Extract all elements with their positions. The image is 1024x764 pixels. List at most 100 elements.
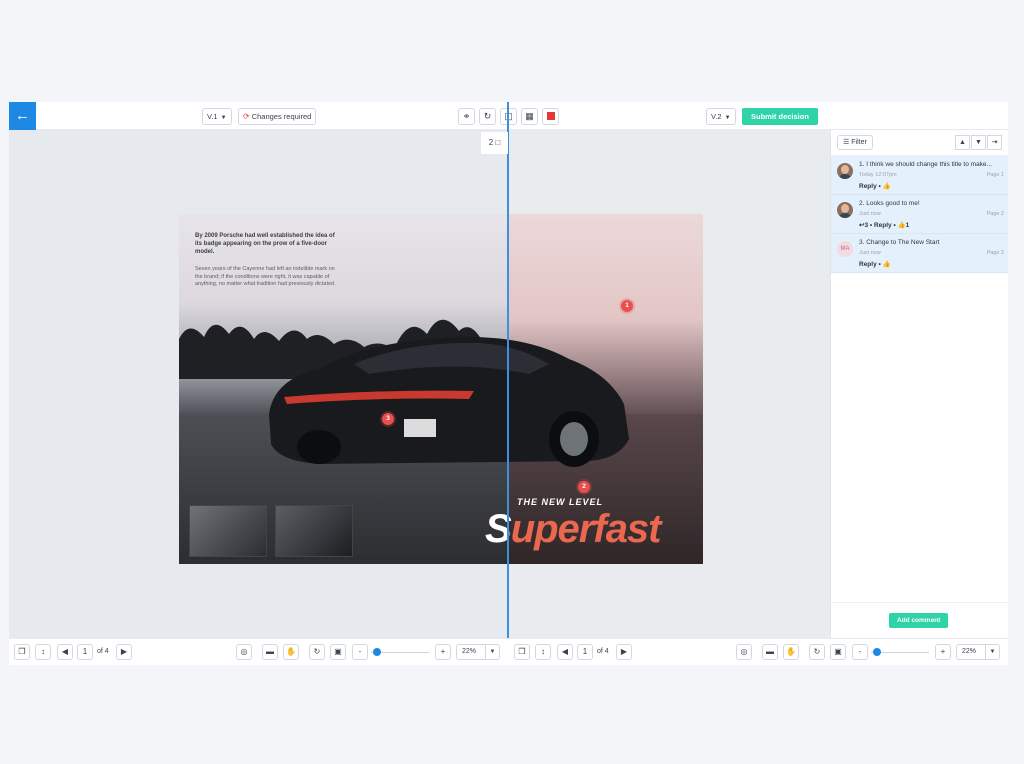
version-right-select[interactable]: V.2 ▼ xyxy=(706,108,736,125)
rotate-icon[interactable]: ↻ xyxy=(479,108,496,125)
comment-item[interactable]: MA 3. Change to The New Start Just now P… xyxy=(831,234,1008,273)
speech-bubble-icon: □ xyxy=(495,138,501,147)
comment-text: 1. I think we should change this title t… xyxy=(859,161,992,168)
ruler-icon[interactable]: ▬ xyxy=(762,644,778,660)
chevron-down-icon: ▼ xyxy=(724,115,731,121)
add-comment-button[interactable]: Add comment xyxy=(889,613,949,628)
pages-icon[interactable]: ❐ xyxy=(14,644,30,660)
headline-rest: uperfast xyxy=(510,507,662,551)
avatar xyxy=(837,163,853,179)
filter-icon: ☰ xyxy=(843,139,850,146)
fit-page-icon[interactable]: ↕ xyxy=(535,644,551,660)
comment-item[interactable]: 2. Looks good to me! Just now Page 2 ↩3 … xyxy=(831,195,1008,234)
comment-time: Just now xyxy=(859,250,881,256)
comment-time: Today 12:07pm xyxy=(859,172,897,178)
thumbnail-interior xyxy=(275,505,353,557)
document-page: By 2009 Porsche had well established the… xyxy=(179,214,703,564)
zoom-slider-knob[interactable] xyxy=(373,648,381,656)
rotate-icon[interactable]: ↻ xyxy=(809,644,825,660)
compare-canvas[interactable]: 2 □ By 2009 Porsche had well established… xyxy=(9,130,830,638)
previous-comment-button[interactable]: ▲ xyxy=(955,135,970,150)
intro-paragraph: Seven years of the Cayenne had left an i… xyxy=(195,266,336,287)
next-comment-button[interactable]: ▼ xyxy=(971,135,986,150)
next-page-button[interactable]: ▶ xyxy=(116,644,132,660)
zoom-in-button[interactable]: + xyxy=(935,644,951,660)
comment-page: Page 2 xyxy=(986,250,1004,256)
filter-button[interactable]: ☰ Filter xyxy=(837,135,873,150)
fit-screen-icon[interactable]: ▣ xyxy=(830,644,846,660)
thumbnail-taillight xyxy=(189,505,267,557)
previous-page-button[interactable]: ◀ xyxy=(57,644,73,660)
rotate-icon[interactable]: ↻ xyxy=(309,644,325,660)
page-total: of 4 xyxy=(97,648,109,655)
fit-screen-icon[interactable]: ▣ xyxy=(330,644,346,660)
sync-icon: ⟳ xyxy=(243,112,250,121)
ruler-icon[interactable]: ▬ xyxy=(262,644,278,660)
zoom-slider-knob[interactable] xyxy=(873,648,881,656)
color-swatch-icon[interactable] xyxy=(542,108,559,125)
comment-count-value: 2 xyxy=(488,138,494,147)
comments-header: ☰ Filter ▲ ▼ ⇥ xyxy=(831,130,1008,156)
back-button[interactable]: ← xyxy=(9,102,36,130)
changes-required-label: Changes required xyxy=(251,112,312,121)
comments-panel: ☰ Filter ▲ ▼ ⇥ 1. I think we should chan… xyxy=(830,130,1008,638)
version-left-label: V.1 xyxy=(207,112,218,121)
chevron-up-icon: ▲ xyxy=(959,139,966,146)
proof-viewer-app: ← V.1▼ ⟳Changes required ⚭ ↻ ◫ ▦ V.2▼ Su… xyxy=(9,102,1008,665)
zoom-level-value: 22% xyxy=(962,648,977,655)
page-number-input[interactable]: 1 xyxy=(577,644,593,660)
zoom-in-button[interactable]: + xyxy=(435,644,451,660)
pages-icon[interactable]: ❐ xyxy=(514,644,530,660)
submit-decision-button[interactable]: Submit decision xyxy=(742,108,818,125)
version-left-select[interactable]: V.1 ▼ xyxy=(202,108,232,125)
target-icon[interactable]: ◎ xyxy=(236,644,252,660)
zoom-level-value: 22% xyxy=(462,648,477,655)
filter-label: Filter xyxy=(851,139,867,146)
comment-actions[interactable]: Reply • 👍 xyxy=(859,260,891,268)
chevron-down-icon: ▼ xyxy=(975,139,982,146)
comment-text: 2. Looks good to me! xyxy=(859,200,920,207)
chevron-left-icon: ◀ xyxy=(561,647,569,656)
fit-page-icon[interactable]: ↕ xyxy=(35,644,51,660)
zoom-out-button[interactable]: - xyxy=(352,644,368,660)
comment-time: Just now xyxy=(859,211,881,217)
comment-pin[interactable]: 1 xyxy=(621,300,633,312)
intro-heading: By 2009 Porsche had well established the… xyxy=(195,233,335,255)
page-number-input[interactable]: 1 xyxy=(77,644,93,660)
changes-required-button[interactable]: ⟳ Changes required xyxy=(238,108,317,125)
comment-page: Page 2 xyxy=(986,211,1004,217)
next-page-button[interactable]: ▶ xyxy=(616,644,632,660)
chevron-down-icon: ▼ xyxy=(220,115,227,121)
chevron-down-icon: ▼ xyxy=(985,645,999,659)
hand-icon[interactable]: ✋ xyxy=(283,644,299,660)
arrow-left-icon: ← xyxy=(15,107,30,124)
chevron-left-icon: ◀ xyxy=(61,647,69,656)
page-tagline: THE NEW LEVEL xyxy=(517,497,604,507)
page-total: of 4 xyxy=(597,648,609,655)
chevron-right-icon: ▶ xyxy=(620,647,628,656)
avatar xyxy=(837,202,853,218)
zoom-level-select[interactable]: 22% ▼ xyxy=(956,644,1000,660)
comments-footer: Add comment xyxy=(831,602,1008,638)
target-icon[interactable]: ◎ xyxy=(736,644,752,660)
bottom-toolbar: ❐ ↕ ◀ 1 of 4 ▶ ◎ ▬ ✋ ↻ ▣ - + 22% ▼ ❐ ↕ ◀ … xyxy=(9,638,1008,665)
zoom-level-select[interactable]: 22% ▼ xyxy=(456,644,500,660)
version-right-label: V.2 xyxy=(711,112,722,121)
collapse-panel-button[interactable]: ⇥ xyxy=(987,135,1002,150)
previous-page-button[interactable]: ◀ xyxy=(557,644,573,660)
hand-icon[interactable]: ✋ xyxy=(783,644,799,660)
comment-text: 3. Change to The New Start xyxy=(859,239,940,246)
compare-divider-handle[interactable] xyxy=(507,102,509,638)
comment-actions[interactable]: Reply • 👍 xyxy=(859,182,891,190)
page-headline: Superfast xyxy=(485,507,661,552)
comment-actions[interactable]: ↩3 • Reply • 👍1 xyxy=(859,221,909,229)
comment-item[interactable]: 1. I think we should change this title t… xyxy=(831,156,1008,195)
car-image xyxy=(269,337,629,467)
comment-pin[interactable]: 2 xyxy=(578,481,590,493)
comment-pin[interactable]: 3 xyxy=(382,413,394,425)
link-icon[interactable]: ⚭ xyxy=(458,108,475,125)
comment-count-toggle[interactable]: 2 □ xyxy=(481,132,508,154)
zoom-out-button[interactable]: - xyxy=(852,644,868,660)
diff-icon[interactable]: ▦ xyxy=(521,108,538,125)
chevron-right-icon: ▶ xyxy=(120,647,128,656)
